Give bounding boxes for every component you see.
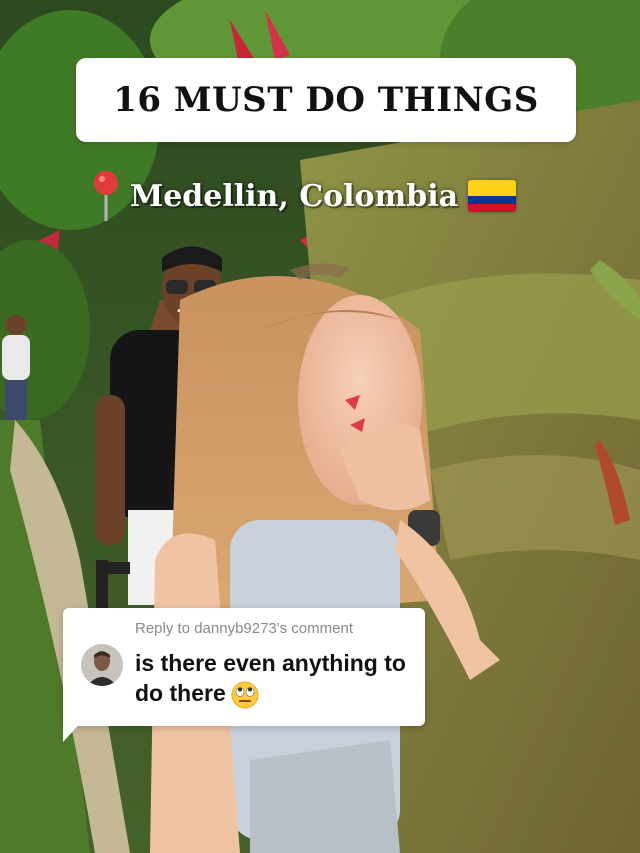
video-frame: 16 MUST DO THINGS Medellin, Colombia Rep… bbox=[0, 0, 640, 853]
reply-comment-card[interactable]: Reply to dannyb9273's comment is there e… bbox=[63, 608, 425, 726]
comment-text: is there even anything to do there bbox=[135, 648, 417, 710]
round-pushpin-icon bbox=[92, 169, 120, 223]
location-text: Medellin, Colombia bbox=[130, 178, 459, 214]
location-caption: Medellin, Colombia bbox=[92, 168, 517, 224]
title-banner: 16 MUST DO THINGS bbox=[76, 58, 576, 142]
comment-bubble-tail bbox=[63, 718, 85, 742]
reply-to-label: Reply to dannyb9273's comment bbox=[135, 620, 353, 637]
colombia-flag-icon bbox=[468, 180, 517, 212]
video-title: 16 MUST DO THINGS bbox=[113, 80, 539, 120]
commenter-avatar bbox=[81, 644, 123, 686]
rolling-eyes-emoji-icon bbox=[230, 680, 260, 710]
